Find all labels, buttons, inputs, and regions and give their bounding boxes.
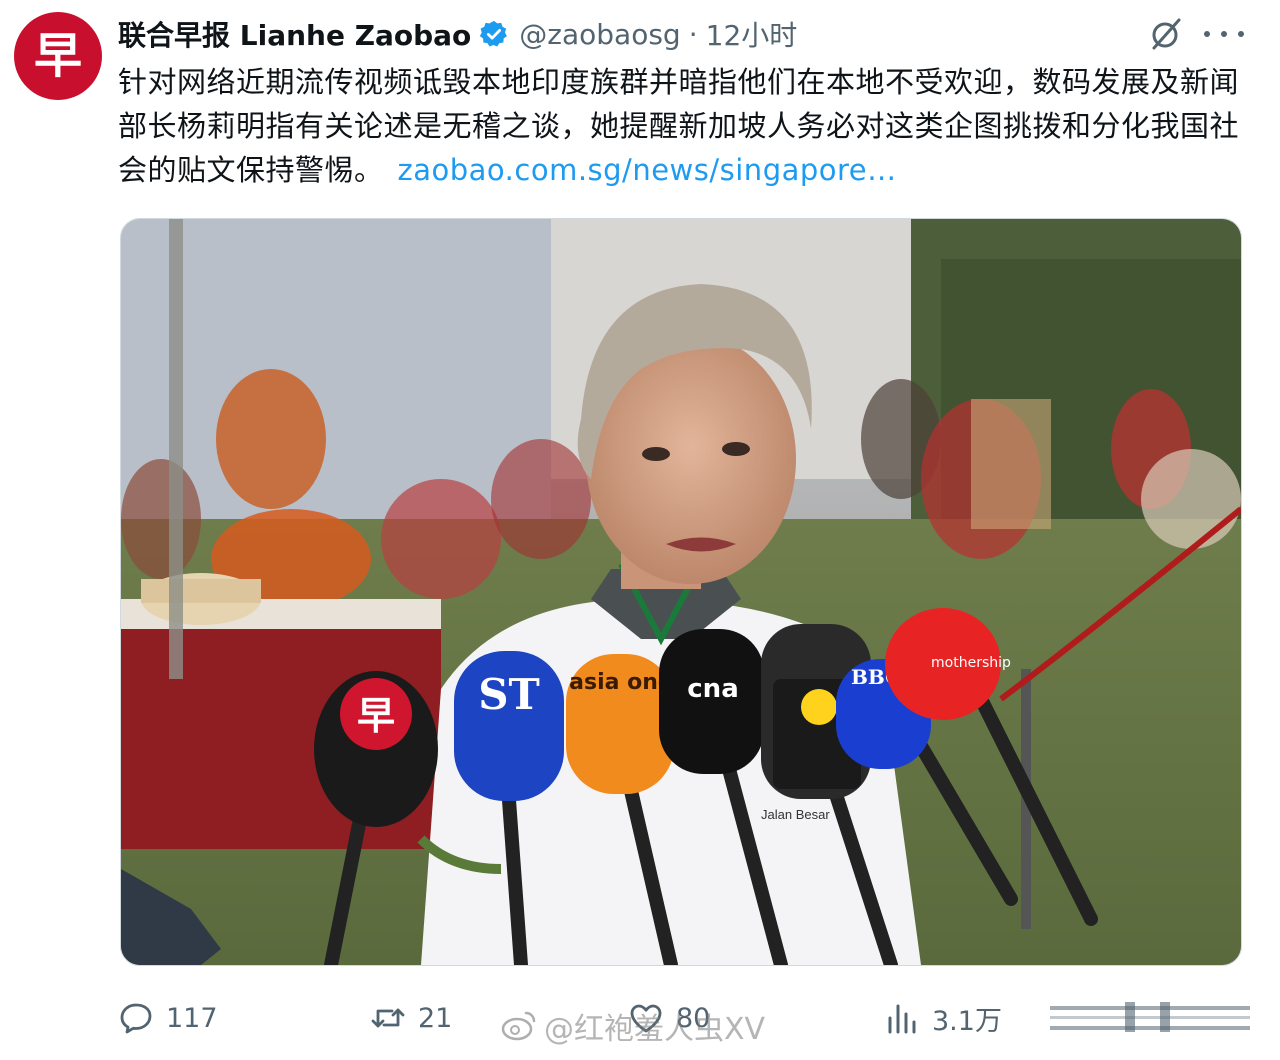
reply-count: 117 <box>166 1002 218 1034</box>
display-name[interactable]: 联合早报 Lianhe Zaobao <box>118 14 471 54</box>
handle[interactable]: @zaobaosg <box>519 18 680 51</box>
zaobao-logo: 早 <box>34 28 82 84</box>
bookmark-share-icon[interactable] <box>1050 1000 1250 1034</box>
svg-text:早: 早 <box>357 694 395 738</box>
like-icon <box>630 1004 662 1033</box>
retweet-icon <box>371 1008 405 1028</box>
tweet-text: 针对网络近期流传视频诋毁本地印度族群并暗指他们在本地不受欢迎，数码发展及新闻部长… <box>118 60 1248 192</box>
tweet-link[interactable]: zaobao.com.sg/news/singapore… <box>398 153 897 187</box>
avatar[interactable]: 早 <box>14 12 102 100</box>
svg-text:ST: ST <box>478 670 540 719</box>
views-icon <box>888 1004 916 1034</box>
like-count: 80 <box>676 1002 711 1034</box>
svg-text:mothership: mothership <box>931 655 1011 671</box>
tweet-photo[interactable]: Jalan Besar 早 ST asia one cna BBC mother… <box>120 218 1242 966</box>
microphone-cna: cna <box>659 629 764 774</box>
like-button[interactable]: 80 <box>628 990 710 1046</box>
svg-text:cna: cna <box>687 674 738 704</box>
reply-icon <box>120 1003 152 1034</box>
svg-text:asia one: asia one <box>569 670 673 695</box>
separator-dot: · <box>688 17 698 51</box>
microphone-zaobao: 早 <box>314 671 438 827</box>
tweet-header: 联合早报 Lianhe Zaobao @zaobaosg · 12小时 <box>118 14 797 54</box>
retweet-count: 21 <box>418 1002 453 1034</box>
timestamp[interactable]: 12小时 <box>706 14 798 54</box>
verified-icon <box>480 20 508 47</box>
more-icon[interactable] <box>1204 20 1244 48</box>
shirt-text: Jalan Besar <box>761 807 830 822</box>
grok-icon[interactable] <box>1148 16 1184 52</box>
views-count: 3.1万 <box>932 1005 1002 1037</box>
retweet-button[interactable]: 21 <box>370 990 452 1046</box>
microphone-st: ST <box>454 651 564 801</box>
press-conference-photo: Jalan Besar 早 ST asia one cna BBC mother… <box>121 219 1241 965</box>
microphone-asiaone: asia one <box>566 654 674 794</box>
views-button[interactable]: 3.1万 <box>884 990 1002 1046</box>
svg-text:早: 早 <box>34 28 82 84</box>
reply-button[interactable]: 117 <box>118 990 218 1046</box>
